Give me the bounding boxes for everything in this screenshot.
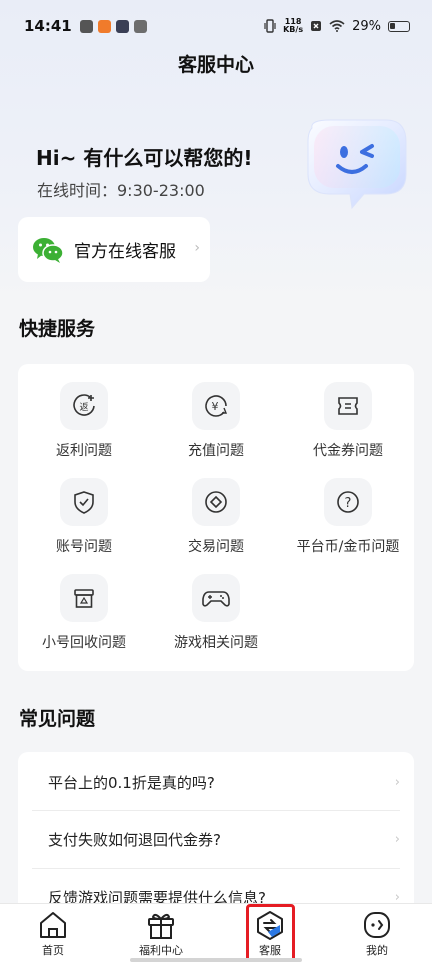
faq-title: 常见问题 (19, 708, 96, 730)
greeting-text: Hi~ 有什么可以帮您的! (36, 146, 253, 170)
home-icon (40, 912, 66, 938)
notification-app-icon (115, 19, 129, 33)
service-platform-coin[interactable]: ? 平台币/金币问题 (282, 478, 414, 556)
service-voucher[interactable]: 代金券问题 (282, 382, 414, 460)
gift-icon (148, 913, 174, 939)
no-sim-icon (311, 21, 322, 31)
notification-app-icon (133, 19, 147, 33)
battery-percent: 29% (352, 18, 381, 34)
network-speed: 118 KB/s (283, 17, 304, 34)
page-title: 客服中心 (177, 54, 254, 76)
service-alt-account-recycle[interactable]: 小号回收问题 (18, 574, 150, 652)
official-online-service-button[interactable]: 官方在线客服 › (18, 217, 210, 282)
chevron-right-icon: › (394, 832, 400, 847)
home-indicator (130, 958, 302, 962)
notification-app-icon (79, 19, 93, 33)
chevron-right-icon: › (394, 775, 400, 790)
profile-icon (364, 912, 390, 938)
gamepad-icon (192, 574, 240, 622)
wechat-icon (33, 237, 64, 263)
status-bar: 14:41 118 KB/s 29% (0, 0, 432, 52)
question-coin-icon: ? (324, 478, 372, 526)
wifi-icon (329, 20, 345, 32)
chevron-right-icon: › (194, 240, 200, 256)
online-hours-text: 在线时间：9:30-23:00 (37, 181, 205, 200)
rebate-icon: 返 (60, 382, 108, 430)
service-account[interactable]: 账号问题 (18, 478, 150, 556)
account-shield-icon (60, 478, 108, 526)
mascot-bubble-icon (307, 119, 407, 210)
tab-mine[interactable]: 我的 (342, 910, 412, 958)
bottom-tab-bar: 首页 福利中心 客服 我的 (0, 903, 432, 964)
faq-list: 平台上的0.1折是真的吗? › 支付失败如何退回代金券? › 反馈游戏问题需要提… (18, 752, 414, 912)
voucher-icon (324, 382, 372, 430)
trade-diamond-icon (192, 478, 240, 526)
official-online-service-label: 官方在线客服 (74, 242, 176, 262)
service-game-related[interactable]: 游戏相关问题 (150, 574, 282, 652)
active-tab-highlight (246, 904, 295, 962)
svg-text:¥: ¥ (212, 400, 219, 413)
quick-services-title: 快捷服务 (19, 318, 96, 340)
service-recharge[interactable]: ¥ 充值问题 (150, 382, 282, 460)
svg-text:返: 返 (79, 401, 88, 413)
tab-welfare-center[interactable]: 福利中心 (126, 910, 196, 958)
status-time: 14:41 (24, 17, 72, 35)
service-rebate[interactable]: 返 返利问题 (18, 382, 150, 460)
quick-services-grid: 返 返利问题 ¥ 充值问题 代金券问题 账号问题 交易问题 ? 平台币/金币问题… (18, 364, 414, 671)
battery-icon (388, 20, 410, 32)
tab-home[interactable]: 首页 (18, 910, 88, 958)
recycle-box-icon (60, 574, 108, 622)
vibrate-icon (264, 19, 276, 33)
notification-app-icon (97, 19, 111, 33)
service-trade[interactable]: 交易问题 (150, 478, 282, 556)
faq-item[interactable]: 平台上的0.1折是真的吗? › (32, 754, 400, 811)
recharge-icon: ¥ (192, 382, 240, 430)
svg-text:?: ? (345, 496, 352, 511)
faq-item[interactable]: 支付失败如何退回代金券? › (32, 811, 400, 868)
